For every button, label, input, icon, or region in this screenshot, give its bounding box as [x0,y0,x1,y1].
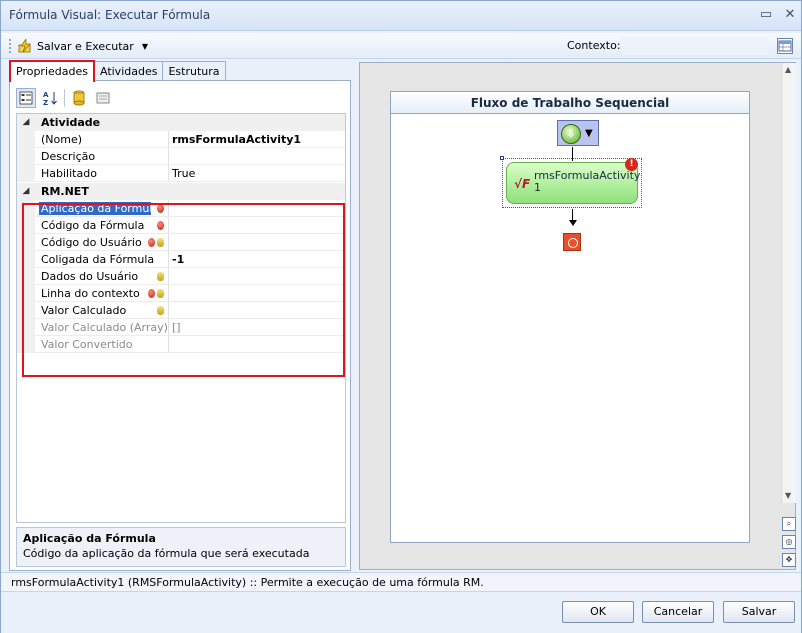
dialog-footer: OK Cancelar Salvar [1,593,801,633]
tab-strip: Propriedades Atividades Estrutura [9,60,226,82]
category-row-rmnet[interactable]: ◢ RM.NET [17,183,345,200]
pan-icon[interactable]: ✥ [782,553,796,567]
tab-structure[interactable]: Estrutura [162,61,226,81]
collapse-icon[interactable]: ◢ [17,183,35,200]
category-name: Atividade [41,116,101,129]
context-field[interactable] [623,37,768,55]
property-name: Habilitado [41,167,97,180]
properties-database-icon[interactable] [69,88,89,108]
close-icon[interactable]: ✕ [783,8,797,22]
context-table-icon[interactable] [777,38,793,54]
property-row-habilitado[interactable]: Habilitado True [17,165,345,182]
chevron-down-icon[interactable]: ▼ [585,128,593,139]
context-label: Contexto: [567,39,621,52]
description-title: Aplicação da Fórmula [23,532,156,545]
zoom-icon[interactable]: ⌕ [782,517,796,531]
lightning-icon [17,37,33,53]
designer-pane: Fluxo de Trabalho Sequencial ⇩ ▼ √F rmsF… [357,59,801,571]
property-value[interactable]: rmsFormulaActivity1 [172,133,301,146]
sequential-workflow[interactable]: Fluxo de Trabalho Sequencial ⇩ ▼ √F rmsF… [390,91,750,543]
property-row-nome[interactable]: (Nome) rmsFormulaActivity1 [17,131,345,148]
formula-icon: √F [514,177,531,191]
tab-activities[interactable]: Atividades [93,61,164,81]
selection-handle[interactable] [500,156,504,160]
cancel-button[interactable]: Cancelar [642,601,714,623]
svg-text:Z: Z [43,99,48,106]
scroll-up-icon[interactable]: ▲ [785,65,791,74]
save-button[interactable]: Salvar [723,601,795,623]
properties-pane: Propriedades Atividades Estrutura AZ ◢ A… [1,59,353,571]
category-row-atividade[interactable]: ◢ Atividade [17,114,345,131]
dialog-window: Fórmula Visual: Executar Fórmula ▭ ✕ Sal… [0,0,802,633]
main-toolbar: Salvar e Executar ▼ Contexto: [1,33,801,59]
scroll-down-icon[interactable]: ▼ [785,491,791,500]
save-and-run-button[interactable]: Salvar e Executar ▼ [17,37,148,55]
start-arrow-icon: ⇩ [561,124,581,144]
error-icon[interactable]: ! [625,158,638,171]
save-and-run-label: Salvar e Executar [37,39,134,53]
property-value[interactable]: True [172,167,195,180]
toolbar-grip [9,39,12,53]
tab-properties[interactable]: Propriedades [9,60,95,82]
property-description-panel: Aplicação da Fórmula Código da aplicação… [16,527,346,567]
property-row-descricao[interactable]: Descrição [17,148,345,165]
window-title: Fórmula Visual: Executar Fórmula [9,8,211,22]
property-grid-panel: AZ ◢ Atividade (Nome) rmsFormulaActivity… [9,80,351,571]
collapse-icon[interactable]: ◢ [17,114,35,131]
status-bar: rmsFormulaActivity1 (RMSFormulaActivity)… [1,572,801,592]
workflow-canvas[interactable]: Fluxo de Trabalho Sequencial ⇩ ▼ √F rmsF… [359,62,796,570]
property-grid-toolbar: AZ [16,87,113,109]
sort-alphabetical-icon[interactable]: AZ [40,88,60,108]
ok-button[interactable]: OK [562,601,634,623]
designer-side-tools: ⌕ ◎ ✥ [782,517,798,571]
restore-icon[interactable]: ▭ [759,8,773,22]
toolbar-divider [64,89,65,107]
connector-arrowhead [569,220,577,226]
activity-label: rmsFormulaActivity 1 [534,169,641,194]
property-pages-icon[interactable] [93,88,113,108]
workflow-start-node[interactable]: ⇩ ▼ [557,120,599,146]
workflow-header: Fluxo de Trabalho Sequencial [391,92,749,114]
binoculars-icon[interactable]: ◎ [782,535,796,549]
svg-text:A: A [43,91,49,99]
title-bar: Fórmula Visual: Executar Fórmula ▭ ✕ [1,1,801,31]
property-name: Descrição [41,150,96,163]
vertical-scrollbar[interactable]: ▲ ▼ [781,63,796,503]
activity-node[interactable]: √F rmsFormulaActivity 1 ! [506,158,641,204]
category-name: RM.NET [41,185,89,198]
property-name: (Nome) [41,133,83,146]
description-text: Código da aplicação da fórmula que será … [23,547,310,560]
chevron-down-icon[interactable]: ▼ [142,42,148,51]
categorized-view-icon[interactable] [16,88,36,108]
workflow-end-node [563,233,581,251]
highlight-box [22,203,345,377]
